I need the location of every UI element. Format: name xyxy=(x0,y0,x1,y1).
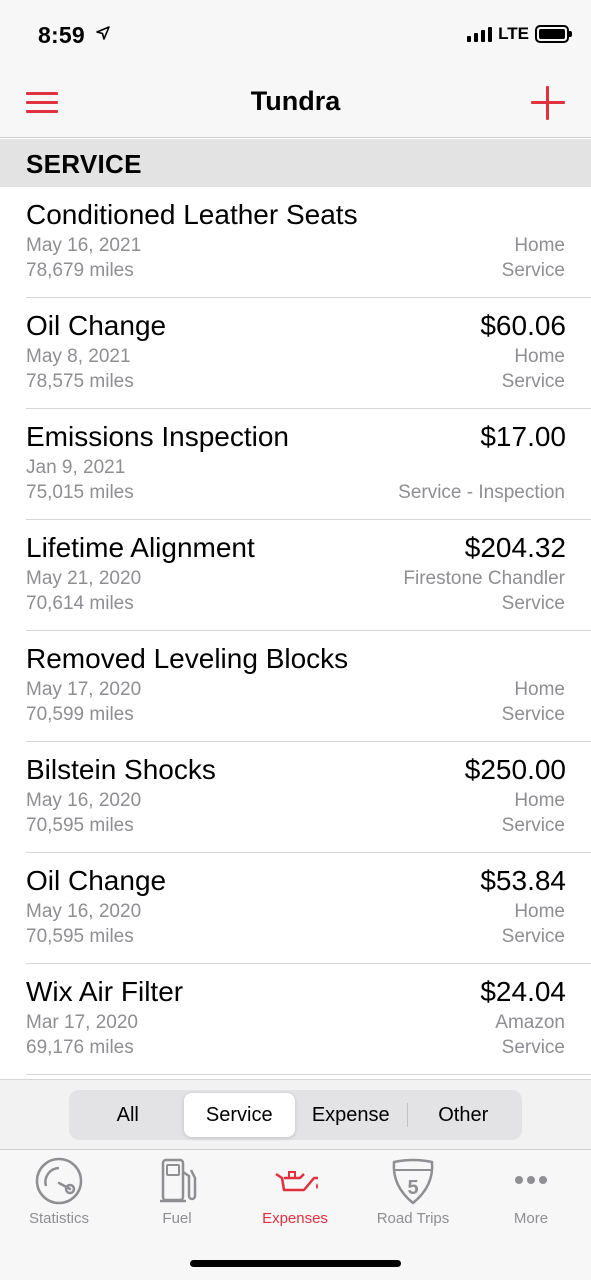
tab-more[interactable]: More xyxy=(472,1154,590,1230)
shield-number: 5 xyxy=(407,1177,418,1199)
entry-title: Emissions Inspection xyxy=(26,421,290,452)
entry-title: Bilstein Shocks xyxy=(26,754,216,785)
tab-statistics[interactable]: Statistics xyxy=(0,1154,118,1230)
section-title: SERVICE xyxy=(26,149,142,179)
tab-label: More xyxy=(513,1210,549,1227)
segment-expense[interactable]: Expense xyxy=(295,1093,407,1137)
entry-location: Home xyxy=(514,790,565,811)
tab-label: Road Trips xyxy=(376,1210,450,1227)
entry-miles: 70,595 miles xyxy=(26,926,134,947)
entry-location: Firestone Chandler xyxy=(403,568,565,589)
entry-amount: $53.84 xyxy=(480,865,566,896)
entry-amount: $60.06 xyxy=(480,310,566,341)
entry-date: Mar 17, 2020 xyxy=(26,1012,138,1033)
entry-date: May 21, 2020 xyxy=(26,568,142,589)
entry-miles: 75,015 miles xyxy=(26,482,134,503)
entry-type: Service xyxy=(501,371,565,392)
tab-label: Fuel xyxy=(162,1210,192,1227)
oil-can-icon xyxy=(275,1171,318,1192)
list-item[interactable]: Lifetime Alignment $204.32 May 21, 2020 … xyxy=(0,520,591,631)
entry-location: Home xyxy=(514,235,565,256)
entry-title: Wix Air Filter xyxy=(26,976,184,1007)
tab-fuel[interactable]: Fuel xyxy=(118,1154,236,1230)
page-title: Tundra xyxy=(250,86,341,116)
list-item[interactable]: Emissions Inspection $17.00 Jan 9, 2021 … xyxy=(0,409,591,520)
status-indicators: LTE xyxy=(467,24,572,44)
entry-type: Service xyxy=(501,926,565,947)
entry-date: Jan 9, 2021 xyxy=(26,457,126,478)
entry-date: May 16, 2021 xyxy=(26,235,142,256)
plus-icon[interactable] xyxy=(531,86,565,120)
entry-miles: 70,599 miles xyxy=(26,704,134,725)
segment-other[interactable]: Other xyxy=(408,1093,520,1137)
entry-type: Service xyxy=(501,1037,565,1058)
filter-bar: All Service Expense Other xyxy=(0,1079,591,1149)
entry-amount: $24.04 xyxy=(480,976,566,1007)
list-item[interactable]: Removed Leveling Blocks May 17, 2020 Hom… xyxy=(0,631,591,742)
list-item[interactable]: Bilstein Shocks $250.00 May 16, 2020 Hom… xyxy=(0,742,591,853)
entry-type: Service xyxy=(501,815,565,836)
more-dots-icon xyxy=(515,1176,547,1184)
status-time: 8:59 xyxy=(38,22,85,48)
entry-miles: 78,679 miles xyxy=(26,260,134,281)
filter-segmented-control: All Service Expense Other xyxy=(69,1090,522,1140)
list-item[interactable]: Oil Change $53.84 May 16, 2020 Home 70,5… xyxy=(0,853,591,964)
entry-location: Home xyxy=(514,679,565,700)
entry-location: Home xyxy=(514,346,565,367)
entry-title: Conditioned Leather Seats xyxy=(26,199,358,230)
list-item[interactable]: Wix Air Filter $24.04 Mar 17, 2020 Amazo… xyxy=(0,964,591,1075)
service-list: Conditioned Leather Seats May 16, 2021 H… xyxy=(0,187,591,1075)
location-arrow-icon xyxy=(96,26,110,40)
entry-type: Service - Inspection xyxy=(398,482,565,503)
tab-expenses[interactable]: Expenses xyxy=(236,1154,354,1230)
fuel-pump-icon xyxy=(160,1158,197,1203)
entry-miles: 78,575 miles xyxy=(26,371,134,392)
entry-miles: 70,614 miles xyxy=(26,593,134,614)
interstate-shield-icon: 5 xyxy=(392,1158,434,1205)
entry-miles: 69,176 miles xyxy=(26,1037,134,1058)
list-item[interactable]: Oil Change $60.06 May 8, 2021 Home 78,57… xyxy=(0,298,591,409)
gauge-icon xyxy=(35,1157,83,1205)
entry-date: May 8, 2021 xyxy=(26,346,131,367)
entry-miles: 70,595 miles xyxy=(26,815,134,836)
list-item[interactable]: Conditioned Leather Seats May 16, 2021 H… xyxy=(0,187,591,298)
navigation-bar: Tundra xyxy=(0,68,591,138)
entry-title: Oil Change xyxy=(26,310,167,341)
entry-amount: $204.32 xyxy=(464,532,566,563)
entry-date: May 17, 2020 xyxy=(26,679,142,700)
entry-title: Removed Leveling Blocks xyxy=(26,643,349,674)
tab-label: Statistics xyxy=(28,1210,89,1227)
tab-label: Expenses xyxy=(262,1210,328,1227)
tab-road-trips[interactable]: 5 Road Trips xyxy=(354,1154,472,1230)
entry-amount: $250.00 xyxy=(464,754,566,785)
section-header: SERVICE xyxy=(0,139,591,187)
entry-type: Service xyxy=(501,704,565,725)
battery-icon xyxy=(535,25,572,43)
entry-amount: $17.00 xyxy=(480,421,566,452)
tab-bar: Statistics Fuel Expenses 5 Road Trips Mo… xyxy=(0,1149,591,1280)
network-type: LTE xyxy=(498,24,529,43)
entry-date: May 16, 2020 xyxy=(26,790,142,811)
segment-service[interactable]: Service xyxy=(183,1093,295,1137)
segment-all[interactable]: All xyxy=(72,1093,184,1137)
home-indicator xyxy=(190,1260,401,1267)
entry-type: Service xyxy=(501,593,565,614)
entry-date: May 16, 2020 xyxy=(26,901,142,922)
cell-signal-icon xyxy=(467,26,493,42)
entry-location: Amazon xyxy=(495,1012,565,1033)
entry-title: Lifetime Alignment xyxy=(26,532,255,563)
entry-type: Service xyxy=(501,260,565,281)
status-bar: 8:59 LTE xyxy=(0,0,591,68)
entry-title: Oil Change xyxy=(26,865,167,896)
entry-location: Home xyxy=(514,901,565,922)
